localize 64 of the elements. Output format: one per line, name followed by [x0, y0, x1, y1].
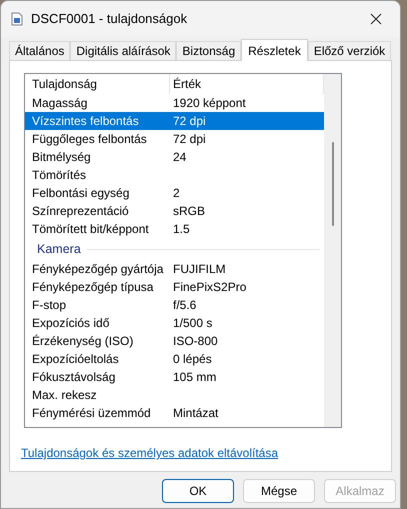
property-name: Érzékenység (ISO): [31, 333, 134, 350]
property-value: Mintázat: [172, 405, 218, 422]
property-name: Tömörítés: [31, 167, 88, 184]
tab[interactable]: Biztonság: [176, 41, 242, 60]
property-name: Bitmélység: [31, 149, 92, 166]
property-row[interactable]: Max. rekesz: [25, 386, 324, 404]
property-value: 72 dpi: [172, 131, 206, 148]
property-row[interactable]: Tömörített bit/képpont 1.5: [25, 220, 324, 238]
remove-properties-link[interactable]: Tulajdonságok és személyes adatok eltávolítása: [21, 444, 278, 462]
property-row[interactable]: Érzékenység (ISO) ISO-800: [25, 332, 324, 350]
tab[interactable]: Előző verziók: [308, 41, 392, 60]
property-row[interactable]: Vízszintes felbontás 72 dpi: [25, 112, 324, 130]
property-name: Színreprezentáció: [31, 203, 130, 220]
property-row[interactable]: Fényképezőgép gyártója FUJIFILM: [25, 260, 324, 278]
property-row[interactable]: Fénymérési üzemmód Mintázat: [25, 404, 324, 422]
property-value: 72 dpi: [172, 113, 206, 130]
tab[interactable]: Digitális aláírások: [70, 41, 176, 60]
dialog-button[interactable]: Mégse: [243, 479, 315, 503]
group-header: Kamera: [37, 240, 81, 258]
property-value: 24: [172, 149, 186, 166]
scrollbar[interactable]: [324, 74, 341, 427]
property-name: Vízszintes felbontás: [31, 113, 140, 130]
tab[interactable]: Részletek: [241, 39, 308, 61]
window-title: DSCF0001 - tulajdonságok: [31, 10, 188, 28]
property-name: Függőleges felbontás: [31, 131, 148, 148]
property-value: 1.5: [172, 221, 190, 238]
property-name: Magasság: [31, 95, 88, 112]
property-row[interactable]: Tömörítés: [25, 166, 324, 184]
file-icon: [11, 12, 23, 26]
property-name: Fényképezőgép típusa: [31, 279, 154, 296]
property-row[interactable]: Expozíciós idő 1/500 s: [25, 314, 324, 332]
property-name: F-stop: [31, 297, 68, 314]
property-row[interactable]: Bitmélység 24: [25, 148, 324, 166]
property-row[interactable]: Függőleges felbontás 72 dpi: [25, 130, 324, 148]
property-name: Fénymérési üzemmód: [31, 405, 152, 422]
scroll-thumb[interactable]: [332, 142, 334, 226]
property-row[interactable]: Fókusztávolság 105 mm: [25, 368, 324, 386]
property-value: 0 lépés: [172, 351, 212, 368]
property-value: 2: [172, 185, 180, 202]
column-header[interactable]: Tulajdonság: [25, 74, 170, 94]
property-row[interactable]: Magasság 1920 képpont: [25, 94, 324, 112]
property-name: Expozíciós idő: [31, 315, 110, 332]
property-value: 1920 képpont: [172, 95, 246, 112]
property-name: Fókusztávolság: [31, 369, 116, 386]
close-icon: [370, 13, 382, 25]
property-value: sRGB: [172, 203, 206, 220]
property-value: 1/500 s: [172, 315, 212, 332]
property-name: Expozícióeltolás: [31, 351, 120, 368]
property-value: FUJIFILM: [172, 261, 226, 278]
property-row[interactable]: Színreprezentáció sRGB: [25, 202, 324, 220]
property-name: Tömörített bit/képpont: [31, 221, 150, 238]
property-value: FinePixS2Pro: [172, 279, 246, 296]
property-name: Fényképezőgép gyártója: [31, 261, 164, 278]
dialog-button[interactable]: OK: [162, 479, 234, 503]
property-row[interactable]: Fényképezőgép típusa FinePixS2Pro: [25, 278, 324, 296]
property-value: f/5.6: [172, 297, 196, 314]
property-value: 105 mm: [172, 369, 216, 386]
property-value: ISO-800: [172, 333, 218, 350]
property-row[interactable]: Felbontási egység 2: [25, 184, 324, 202]
property-name: Felbontási egység: [31, 185, 130, 202]
property-row[interactable]: Expozícióeltolás 0 lépés: [25, 350, 324, 368]
property-name: Max. rekesz: [31, 387, 98, 404]
property-row[interactable]: F-stop f/5.6: [25, 296, 324, 314]
tab[interactable]: Általános: [9, 41, 70, 60]
